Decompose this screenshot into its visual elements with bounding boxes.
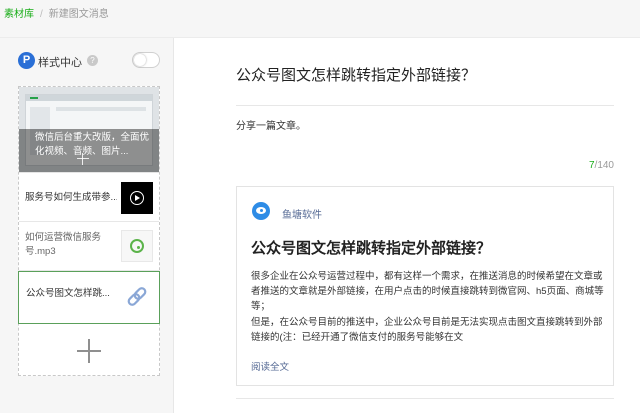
breadcrumb-separator: / [40,9,43,20]
account-name: 鱼塘软件 [282,210,322,221]
breadcrumb-current: 新建图文消息 [48,9,109,20]
style-center-label: 样式中心 [38,57,82,69]
article-list: 微信后台重大改版，全面优化视频、音频、图片... 服务号如何生成带参... 如何… [18,86,160,376]
breadcrumb-material-library[interactable]: 素材库 [4,9,34,20]
article-sidebar: P 样式中心 ? 微信后台重大改版，全面优化视频、音频、图片... 服务号如何生… [0,38,174,413]
plus-icon [77,339,101,363]
cover-article-title: 微信后台重大改版，全面优化视频、音频、图片... [35,132,150,157]
preview-body: 很多企业在公众号运营过程中，都有这样一个需求，在推送消息的时候希望在文章或者推送… [251,269,606,345]
style-center-toggle[interactable] [132,52,160,68]
top-bar: 素材库 / 新建图文消息 [0,0,640,38]
article-item-title: 公众号图文怎样跳... [26,288,110,299]
read-more-link[interactable]: 阅读全文 [251,359,289,373]
breadcrumb: 素材库 / 新建图文消息 [4,5,109,20]
preview-body-para1: 很多企业在公众号运营过程中，都有这样一个需求，在推送消息的时候希望在文章或者推送… [251,271,604,313]
preview-title: 公众号图文怎样跳转指定外部链接？ [251,240,492,257]
divider [236,398,614,399]
char-count-max: 140 [597,160,614,171]
audio-thumbnail [121,230,153,262]
article-item-title: 如何运营微信服务号.mp3 [25,232,102,257]
digest-input[interactable]: 分享一篇文章。 [236,117,306,132]
cover-article-item[interactable]: 微信后台重大改版，全面优化视频、音频、图片... [19,87,159,173]
cover-plus-icon [77,153,89,165]
digest-char-count: 7/140 [560,160,614,171]
style-center-row: P 样式中心 ? [18,51,161,71]
video-thumbnail [121,182,153,214]
article-item-link-selected[interactable]: 公众号图文怎样跳... [18,271,160,324]
link-icon [127,287,147,306]
link-thumbnail [121,281,153,313]
preview-body-para2: 但是，在公众号目前的推送中，企业公众号目前是无法实现点击图文直接跳转到外部链接的… [251,316,603,343]
article-item-title: 服务号如何生成带参... [25,192,117,203]
add-article-button[interactable] [19,327,159,375]
help-icon[interactable]: ? [87,55,98,66]
divider [236,105,614,106]
audio-icon [130,239,144,253]
account-avatar-icon [252,202,270,220]
article-title-input[interactable]: 公众号图文怎样跳转指定外部链接？ [236,64,614,88]
article-item-audio[interactable]: 如何运营微信服务号.mp3 [19,222,159,271]
style-center-logo-icon: P [18,52,35,69]
article-preview-card: 鱼塘软件 公众号图文怎样跳转指定外部链接？ 很多企业在公众号运营过程中，都有这样… [236,186,614,386]
toggle-knob [134,54,146,66]
article-item-video[interactable]: 服务号如何生成带参... [19,175,159,222]
